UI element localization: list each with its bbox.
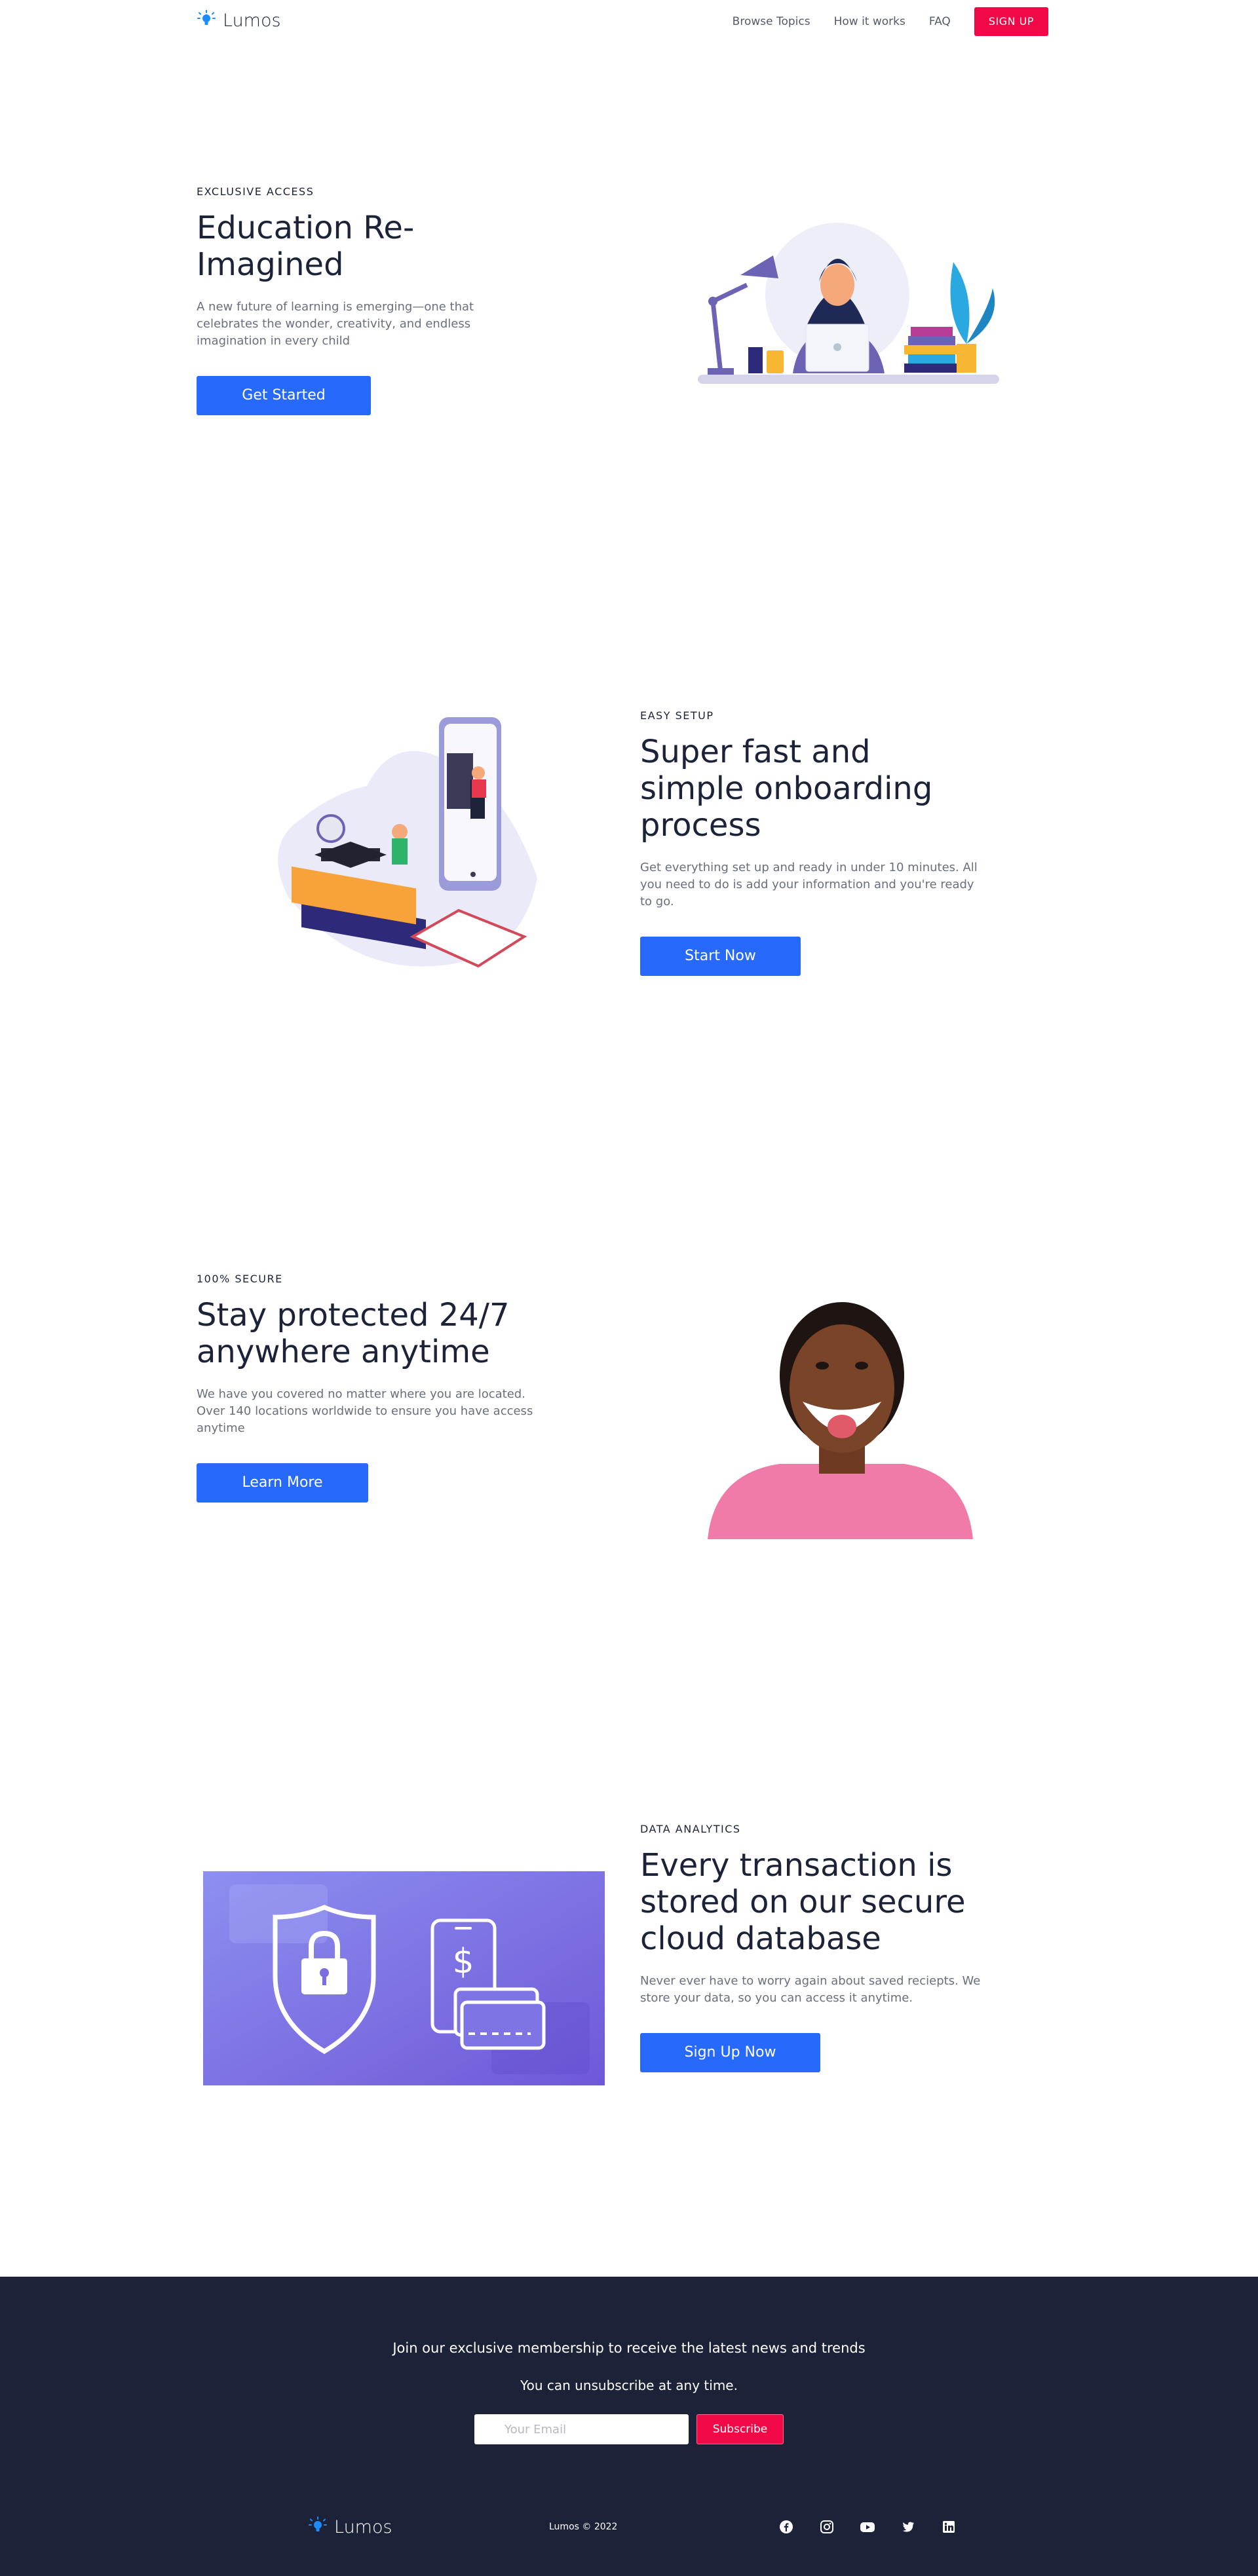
- subscribe-button[interactable]: Subscribe: [696, 2414, 784, 2444]
- section-kicker: EXCLUSIVE ACCESS: [197, 185, 314, 198]
- analytics-section: $ DATA ANALYTICS Every transaction is st…: [0, 1736, 1258, 2277]
- secure-text: 100% SECURE Stay protected 24/7 anywhere…: [197, 1273, 537, 1503]
- security-shield-phone-image: $: [203, 1871, 605, 2085]
- onboarding-illustration: [262, 714, 544, 985]
- woman-laptop-illustration: [695, 216, 1002, 396]
- footer: Join our exclusive membership to receive…: [0, 2277, 1258, 2576]
- onboarding-section: EASY SETUP Super fast and simple onboard…: [0, 589, 1258, 1179]
- get-started-button[interactable]: Get Started: [197, 376, 371, 415]
- facebook-icon[interactable]: [778, 2519, 794, 2535]
- onboarding-text: EASY SETUP Super fast and simple onboard…: [640, 709, 981, 976]
- analytics-text: DATA ANALYTICS Every transaction is stor…: [640, 1823, 981, 2072]
- section-heading: Education Re-Imagined: [197, 210, 415, 283]
- linkedin-icon[interactable]: [941, 2519, 957, 2535]
- smiling-girl-photo: [708, 1277, 976, 1542]
- learn-more-button[interactable]: Learn More: [197, 1463, 368, 1503]
- sign-up-now-button[interactable]: Sign Up Now: [640, 2033, 820, 2072]
- instagram-icon[interactable]: [819, 2519, 835, 2535]
- email-input[interactable]: [474, 2414, 689, 2444]
- section-description: We have you covered no matter where you …: [197, 1387, 533, 1435]
- section-description: A new future of learning is emerging—one…: [197, 300, 474, 348]
- secure-section: 100% SECURE Stay protected 24/7 anywhere…: [0, 1179, 1258, 1736]
- social-links: [778, 2519, 957, 2535]
- section-kicker: DATA ANALYTICS: [640, 1823, 741, 1835]
- youtube-icon[interactable]: [860, 2519, 875, 2535]
- twitter-icon[interactable]: [900, 2519, 916, 2535]
- section-description: Never ever have to worry again about sav…: [640, 1974, 981, 2005]
- start-now-button[interactable]: Start Now: [640, 937, 801, 976]
- lightbulb-icon: [308, 2516, 328, 2538]
- section-heading: Every transaction is stored on our secur…: [640, 1847, 966, 1957]
- footer-brand-logo[interactable]: Lumos: [308, 2516, 392, 2538]
- page: Lumos Browse Topics How it works FAQ SIG…: [0, 0, 1258, 2576]
- section-heading: Super fast and simple onboarding process: [640, 734, 933, 844]
- copyright-text: Lumos © 2022: [549, 2522, 618, 2532]
- section-kicker: EASY SETUP: [640, 709, 714, 722]
- svg-text:$: $: [452, 1942, 474, 1981]
- brand-name: Lumos: [334, 2516, 392, 2537]
- section-kicker: 100% SECURE: [197, 1273, 283, 1285]
- hero-text: EXCLUSIVE ACCESS Education Re-Imagined A…: [197, 185, 537, 415]
- section-description: Get everything set up and ready in under…: [640, 861, 978, 908]
- subscribe-text: You can unsubscribe at any time.: [520, 2378, 738, 2393]
- subscribe-form: Subscribe: [474, 2414, 784, 2444]
- subscribe-heading: Join our exclusive membership to receive…: [392, 2340, 866, 2356]
- hero-section: EXCLUSIVE ACCESS Education Re-Imagined A…: [0, 0, 1258, 589]
- section-heading: Stay protected 24/7 anywhere anytime: [197, 1297, 510, 1370]
